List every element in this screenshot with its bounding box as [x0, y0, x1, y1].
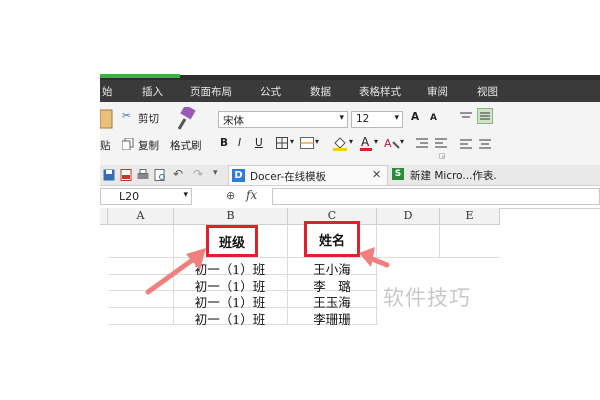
- cell-name[interactable]: 李珊珊: [288, 309, 376, 328]
- docer-icon: D: [232, 169, 245, 182]
- chevron-down-icon[interactable]: ▾: [183, 190, 188, 200]
- tab-docer[interactable]: D Docer-在线模板: [228, 165, 388, 185]
- scissors-icon[interactable]: ✂: [122, 110, 131, 122]
- font-name-value: 宋体: [223, 115, 244, 127]
- save-icon[interactable]: [103, 169, 115, 181]
- chevron-down-icon[interactable]: ▾: [374, 137, 378, 146]
- undo-icon[interactable]: ↶: [173, 167, 183, 181]
- align-left-icon[interactable]: [460, 138, 472, 150]
- column-header-b[interactable]: B: [174, 208, 288, 225]
- print-icon[interactable]: [137, 169, 149, 181]
- grid-line: [376, 225, 377, 325]
- border-icon[interactable]: [276, 137, 288, 149]
- align-top-icon[interactable]: [460, 111, 472, 123]
- outdent-icon[interactable]: [435, 137, 447, 149]
- brush-icon[interactable]: [176, 107, 198, 131]
- annotation-arrow-left: [145, 248, 206, 295]
- formula-bar: L20 ▾ ⊕ fx: [100, 186, 600, 209]
- dialog-launcher-icon[interactable]: ◲: [439, 152, 446, 160]
- clear-format-icon[interactable]: A: [384, 136, 400, 150]
- bold-button[interactable]: B: [220, 137, 228, 149]
- spreadsheet-icon: S: [392, 168, 404, 180]
- grow-font-button[interactable]: A: [411, 111, 419, 123]
- font-size-select[interactable]: 12 ▾: [351, 111, 403, 128]
- name-box[interactable]: L20 ▾: [100, 188, 192, 205]
- font-size-value: 12: [356, 113, 370, 125]
- ribbon-toolbar: 贴 ✂ 剪切 复制 格式刷 宋体 ▾ 12 ▾ A A B I U ▾ ▾ ▾ …: [100, 102, 600, 166]
- column-header-a[interactable]: A: [108, 208, 174, 225]
- chevron-down-icon[interactable]: ▾: [349, 137, 353, 146]
- zoom-search-icon[interactable]: ⊕: [226, 189, 235, 202]
- tab-docer-label: Docer-在线模板: [250, 171, 327, 183]
- menu-formulas[interactable]: 公式: [260, 84, 281, 99]
- chevron-down-icon[interactable]: ▾: [339, 113, 344, 123]
- fill-color-icon[interactable]: [332, 135, 348, 151]
- tab-new-file[interactable]: 新建 Micro...作表.: [410, 168, 497, 183]
- paste-label[interactable]: 贴: [100, 138, 111, 153]
- print-preview-icon[interactable]: [154, 169, 166, 181]
- chevron-down-icon[interactable]: ▾: [394, 113, 399, 123]
- chevron-down-icon[interactable]: ▾: [400, 137, 404, 146]
- menu-bar: 始 插入 页面布局 公式 数据 表格样式 审阅 视图: [100, 80, 600, 102]
- redo-icon[interactable]: ↷: [193, 167, 203, 181]
- menu-insert[interactable]: 插入: [142, 84, 163, 99]
- copy-icon[interactable]: [122, 138, 134, 150]
- shrink-font-button[interactable]: A: [430, 113, 437, 123]
- font-color-icon[interactable]: A: [359, 135, 373, 151]
- chevron-down-icon[interactable]: ▾: [290, 137, 294, 146]
- column-header-d[interactable]: D: [377, 208, 440, 225]
- active-tab-indicator: [100, 74, 180, 78]
- menu-view[interactable]: 视图: [477, 84, 498, 99]
- menu-table-style[interactable]: 表格样式: [359, 84, 401, 99]
- cell-class[interactable]: 初一（1）班: [174, 309, 286, 328]
- svg-text:A: A: [361, 135, 370, 149]
- menu-page-layout[interactable]: 页面布局: [190, 84, 232, 99]
- copy-button[interactable]: 复制: [138, 138, 159, 153]
- menu-review[interactable]: 审阅: [427, 84, 448, 99]
- cut-button[interactable]: 剪切: [138, 111, 159, 126]
- menu-data[interactable]: 数据: [310, 84, 331, 99]
- document-tab-bar: ↶ ↷ ▾ D Docer-在线模板 ✕ S 新建 Micro...作表.: [100, 165, 600, 186]
- fx-label[interactable]: fx: [246, 188, 257, 202]
- select-all-corner[interactable]: [100, 208, 108, 225]
- align-middle-icon: [480, 112, 490, 120]
- align-center-icon[interactable]: [479, 138, 491, 150]
- watermark-text: 软件技巧: [383, 286, 471, 310]
- grid-line: [439, 225, 440, 257]
- close-icon[interactable]: ✕: [372, 168, 381, 181]
- header-name[interactable]: 姓名: [304, 230, 360, 249]
- indent-icon[interactable]: [416, 137, 428, 149]
- merge-cells-icon[interactable]: [300, 137, 314, 149]
- chevron-down-icon[interactable]: ▾: [213, 168, 218, 178]
- font-name-select[interactable]: 宋体 ▾: [218, 111, 348, 128]
- formula-input[interactable]: [272, 188, 600, 205]
- paste-icon[interactable]: [100, 108, 114, 130]
- pdf-icon[interactable]: [120, 169, 132, 181]
- chevron-down-icon[interactable]: ▾: [315, 137, 319, 146]
- cell-reference: L20: [119, 190, 140, 203]
- svg-text:A: A: [384, 137, 392, 150]
- align-middle-button[interactable]: [477, 108, 493, 124]
- underline-button[interactable]: U: [255, 137, 263, 149]
- annotation-arrow-right: [359, 247, 390, 268]
- menu-home[interactable]: 始: [102, 84, 113, 99]
- format-painter-button[interactable]: 格式刷: [170, 138, 202, 153]
- italic-button[interactable]: I: [238, 137, 241, 149]
- column-header-e[interactable]: E: [440, 208, 500, 225]
